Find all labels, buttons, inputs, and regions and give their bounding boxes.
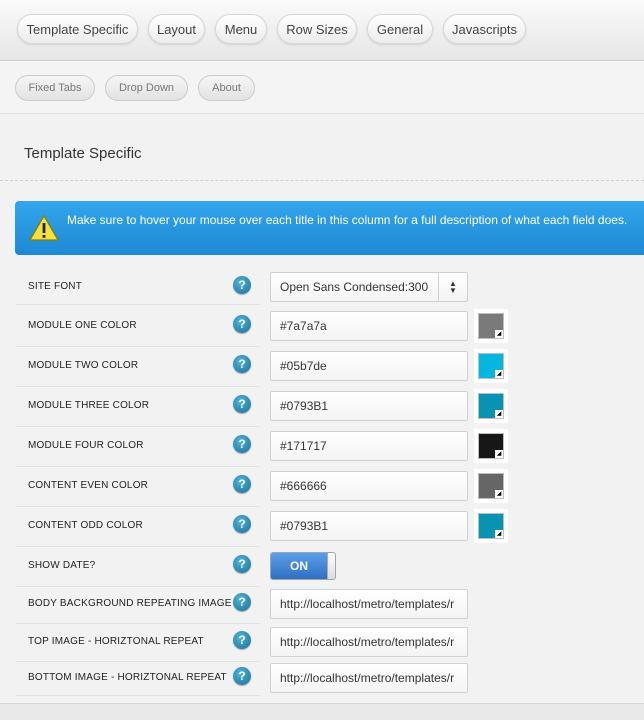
color-swatch-button[interactable]: ◢ (474, 389, 508, 423)
setting-label[interactable]: TOP IMAGE - HORIZTONAL REPEAT (28, 636, 204, 647)
setting-row-content-odd-color: CONTENT ODD COLOR? (16, 506, 260, 547)
setting-row-module-two-color: MODULE TWO COLOR? (16, 346, 260, 387)
setting-label[interactable]: CONTENT EVEN COLOR (28, 480, 148, 491)
tab-template-specific[interactable]: Template Specific (17, 14, 138, 44)
corner-arrow-icon: ◢ (495, 330, 503, 338)
info-message: Make sure to hover your mouse over each … (67, 213, 628, 227)
field-value: #7a7a7a (280, 319, 327, 333)
setting-row-show-date: SHOW DATE?? (16, 546, 260, 587)
color-swatch: ◢ (478, 473, 504, 499)
toggle-on-label: ON (271, 553, 327, 579)
field-value: http://localhost/metro/templates/r (280, 597, 455, 611)
setting-row-top-image-horiztonal-repeat: TOP IMAGE - HORIZTONAL REPEAT? (16, 623, 260, 662)
field-value: #05b7de (280, 359, 327, 373)
field-value: #666666 (280, 479, 327, 493)
site-font-select[interactable]: Open Sans Condensed:300 ▲ ▼ (270, 272, 468, 302)
setting-label[interactable]: SITE FONT (28, 281, 82, 292)
color-swatch-button[interactable]: ◢ (474, 309, 508, 343)
color-swatch-button[interactable]: ◢ (474, 429, 508, 463)
field-value: #0793B1 (280, 519, 329, 533)
main-tab-bar: Template Specific Layout Menu Row Sizes … (0, 0, 644, 61)
help-icon[interactable]: ? (233, 475, 251, 493)
content-even-color-input[interactable]: #666666 (270, 471, 468, 501)
color-swatch-button[interactable]: ◢ (474, 509, 508, 543)
color-swatch: ◢ (478, 513, 504, 539)
color-swatch: ◢ (478, 313, 504, 339)
corner-arrow-icon: ◢ (495, 530, 503, 538)
help-icon[interactable]: ? (233, 515, 251, 533)
top-image-horiztonal-repeat-input[interactable]: http://localhost/metro/templates/r (270, 627, 468, 657)
subtab-drop-down[interactable]: Drop Down (105, 75, 188, 101)
field-value: http://localhost/metro/templates/r (280, 671, 455, 685)
tab-menu[interactable]: Menu (215, 14, 267, 44)
setting-row-module-one-color: MODULE ONE COLOR? (16, 306, 260, 347)
section-title: Template Specific (24, 145, 142, 162)
sub-tab-bar: Fixed Tabs Drop Down About (0, 61, 644, 114)
color-swatch-button[interactable]: ◢ (474, 469, 508, 503)
help-icon[interactable]: ? (233, 667, 251, 685)
setting-label[interactable]: MODULE TWO COLOR (28, 360, 138, 371)
color-swatch-button[interactable]: ◢ (474, 349, 508, 383)
content-odd-color-input[interactable]: #0793B1 (270, 511, 468, 541)
corner-arrow-icon: ◢ (495, 490, 503, 498)
help-icon[interactable]: ? (233, 631, 251, 649)
tab-layout[interactable]: Layout (148, 14, 205, 44)
setting-row-body-background-repeating-image: BODY BACKGROUND REPEATING IMAGE? (16, 585, 260, 624)
toggle-knob[interactable] (327, 553, 335, 579)
setting-row-content-even-color: CONTENT EVEN COLOR? (16, 466, 260, 507)
setting-row-module-three-color: MODULE THREE COLOR? (16, 386, 260, 427)
updown-arrows-icon[interactable]: ▲ ▼ (438, 273, 467, 301)
setting-label[interactable]: MODULE THREE COLOR (28, 400, 149, 411)
help-icon[interactable]: ? (233, 555, 251, 573)
setting-label[interactable]: BODY BACKGROUND REPEATING IMAGE (28, 598, 232, 609)
setting-label[interactable]: SHOW DATE? (28, 560, 95, 571)
setting-label[interactable]: MODULE FOUR COLOR (28, 440, 144, 451)
info-banner: Make sure to hover your mouse over each … (15, 201, 644, 255)
tab-row-sizes[interactable]: Row Sizes (277, 14, 357, 44)
tab-general[interactable]: General (367, 14, 433, 44)
field-value: #0793B1 (280, 399, 329, 413)
setting-row-bottom-image-horiztonal-repeat: BOTTOM IMAGE - HORIZTONAL REPEAT? (16, 661, 260, 696)
help-icon[interactable]: ? (233, 593, 251, 611)
module-two-color-input[interactable]: #05b7de (270, 351, 468, 381)
help-icon[interactable]: ? (233, 355, 251, 373)
color-swatch: ◢ (478, 433, 504, 459)
warning-icon (29, 214, 59, 241)
footer (0, 704, 644, 720)
setting-label[interactable]: BOTTOM IMAGE - HORIZTONAL REPEAT (28, 672, 227, 683)
field-value: Open Sans Condensed:300 (280, 280, 429, 294)
section-divider (0, 180, 644, 181)
help-icon[interactable]: ? (233, 276, 251, 294)
help-icon[interactable]: ? (233, 395, 251, 413)
corner-arrow-icon: ◢ (495, 370, 503, 378)
setting-row-site-font: SITE FONT? (16, 270, 260, 305)
setting-label[interactable]: CONTENT ODD COLOR (28, 520, 143, 531)
color-swatch: ◢ (478, 393, 504, 419)
module-four-color-input[interactable]: #171717 (270, 431, 468, 461)
show-date-toggle[interactable]: ON (270, 552, 336, 580)
help-icon[interactable]: ? (233, 315, 251, 333)
body-background-repeating-image-input[interactable]: http://localhost/metro/templates/r (270, 589, 468, 619)
subtab-about[interactable]: About (198, 75, 255, 101)
bottom-image-horiztonal-repeat-input[interactable]: http://localhost/metro/templates/r (270, 663, 468, 693)
help-icon[interactable]: ? (233, 435, 251, 453)
setting-label[interactable]: MODULE ONE COLOR (28, 320, 137, 331)
module-one-color-input[interactable]: #7a7a7a (270, 311, 468, 341)
field-value: http://localhost/metro/templates/r (280, 635, 455, 649)
tab-javascripts[interactable]: Javascripts (443, 14, 526, 44)
corner-arrow-icon: ◢ (495, 450, 503, 458)
field-value: #171717 (280, 439, 327, 453)
subtab-fixed-tabs[interactable]: Fixed Tabs (15, 75, 95, 101)
module-three-color-input[interactable]: #0793B1 (270, 391, 468, 421)
corner-arrow-icon: ◢ (495, 410, 503, 418)
setting-row-module-four-color: MODULE FOUR COLOR? (16, 426, 260, 467)
color-swatch: ◢ (478, 353, 504, 379)
